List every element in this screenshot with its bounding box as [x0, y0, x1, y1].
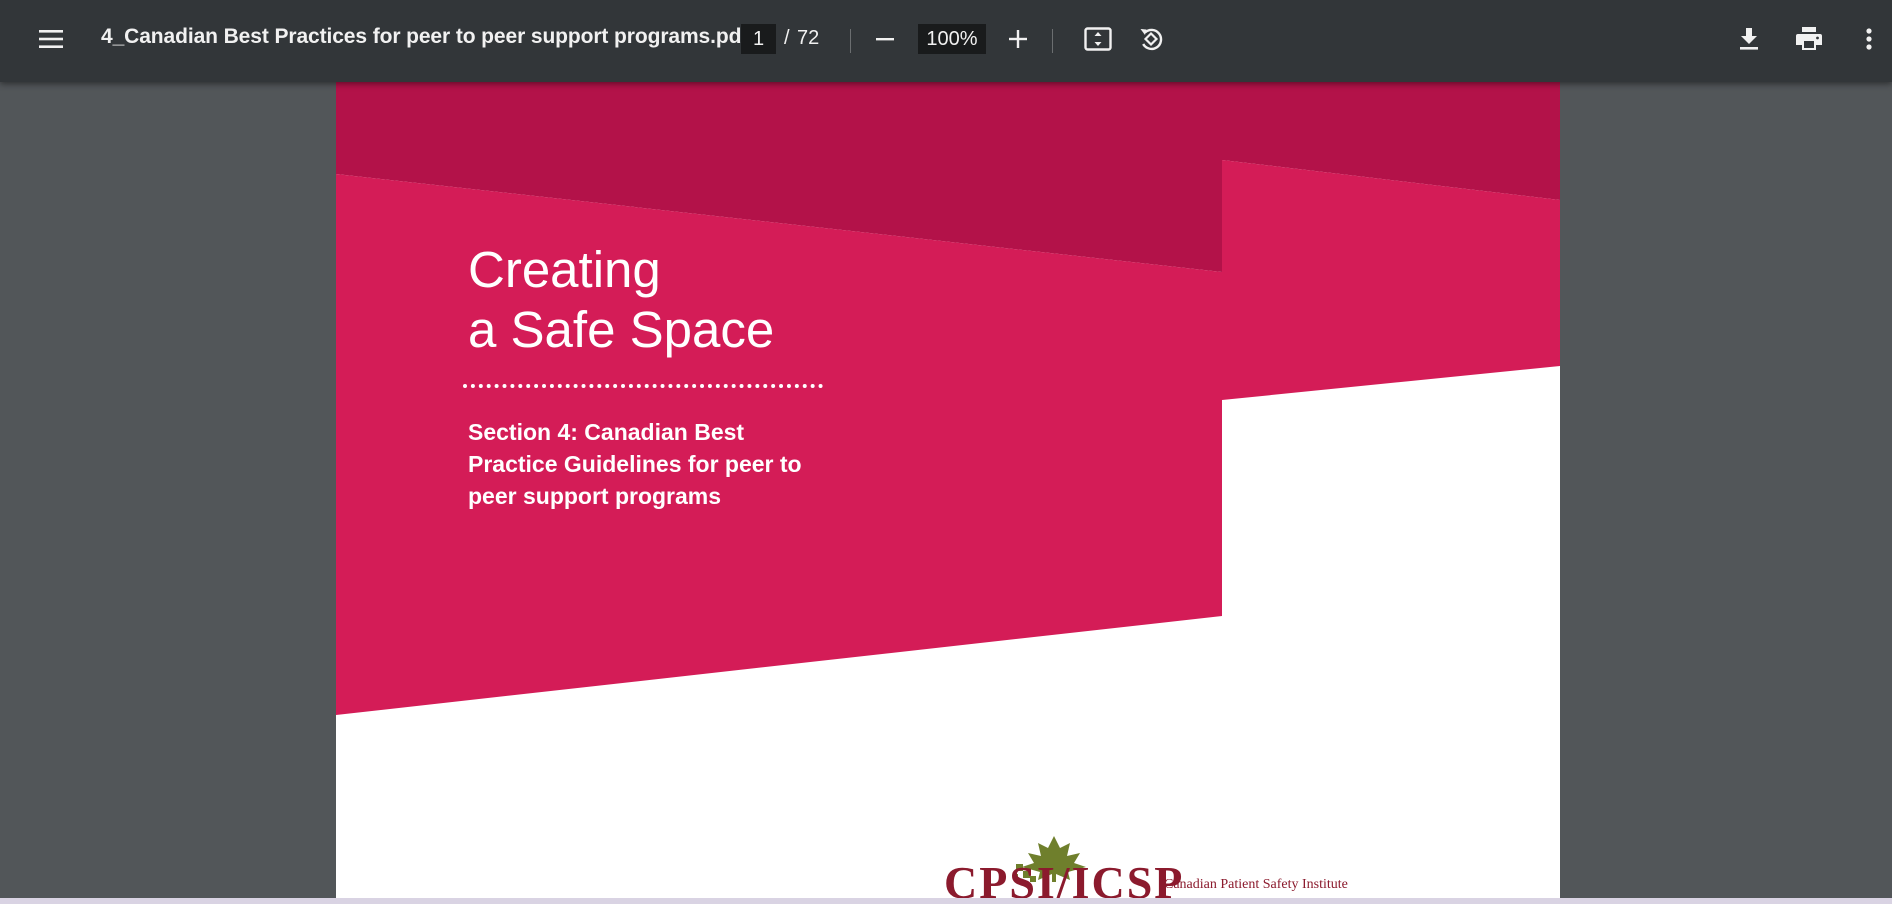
- zoom-level-input[interactable]: [918, 24, 986, 54]
- cpsi-logo: CPSI/ICSP Canadian Patient Safety Instit…: [944, 836, 1364, 898]
- logo-wordmark: CPSI/ICSP: [944, 857, 1185, 898]
- cover-subtitle-line: Section 4: Canadian Best: [468, 419, 745, 445]
- page-number-input[interactable]: [741, 24, 776, 54]
- cover-heading-line: Creating: [468, 241, 661, 298]
- more-actions-button[interactable]: [1858, 20, 1880, 58]
- download-icon: [1740, 28, 1758, 50]
- menu-icon[interactable]: [30, 21, 72, 57]
- fit-to-page-icon: [1084, 27, 1112, 51]
- plus-icon: [1009, 30, 1027, 48]
- total-pages: 72: [797, 27, 820, 49]
- bottom-edge: [0, 898, 1892, 904]
- toolbar-divider: [850, 29, 851, 53]
- viewer-toolbar: 4_Canadian Best Practices for peer to pe…: [0, 0, 1892, 82]
- pdf-page: Creating a Safe Space Section 4: Canadia…: [336, 82, 1560, 898]
- document-title: 4_Canadian Best Practices for peer to pe…: [101, 25, 749, 48]
- pdf-viewer: 4_Canadian Best Practices for peer to pe…: [0, 0, 1892, 904]
- toolbar-divider: [1052, 29, 1053, 53]
- rotate-button[interactable]: [1133, 20, 1169, 58]
- fit-to-page-button[interactable]: [1080, 20, 1116, 58]
- print-button[interactable]: [1790, 20, 1828, 58]
- cover-subtitle-line: Practice Guidelines for peer to: [468, 451, 802, 477]
- cover-heading: Creating a Safe Space: [468, 240, 774, 360]
- more-vertical-icon: [1866, 28, 1872, 50]
- rotate-counterclockwise-icon: [1140, 28, 1163, 51]
- zoom-out-button[interactable]: [868, 21, 902, 57]
- zoom-in-button[interactable]: [1001, 21, 1035, 57]
- minus-icon: [876, 38, 894, 41]
- cover-subtitle: Section 4: Canadian Best Practice Guidel…: [468, 416, 848, 512]
- dotted-divider: [463, 384, 823, 388]
- cover-heading-line: a Safe Space: [468, 301, 775, 358]
- print-icon: [1796, 27, 1822, 50]
- cover-subtitle-line: peer support programs: [468, 483, 722, 509]
- logo-tagline: Canadian Patient Safety Institute: [1164, 877, 1348, 892]
- page-separator: /: [784, 27, 790, 49]
- download-button[interactable]: [1731, 20, 1767, 58]
